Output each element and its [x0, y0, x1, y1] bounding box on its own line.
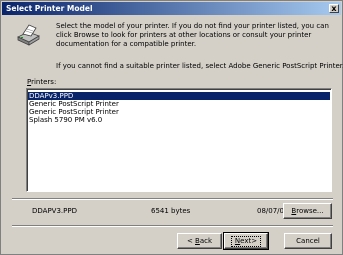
browse-button[interactable]: Browse...: [283, 203, 332, 219]
printers-listbox[interactable]: DDAPv3.PPD Generic PostScript Printer Ge…: [26, 88, 332, 192]
printers-label-text: rinters:: [31, 78, 57, 86]
cancel-button[interactable]: Cancel: [284, 233, 332, 249]
list-item[interactable]: Generic PostScript Printer: [28, 100, 330, 108]
back-label: ack: [199, 237, 213, 245]
list-item[interactable]: DDAPv3.PPD: [28, 92, 330, 100]
separator: [12, 225, 333, 227]
title-bar[interactable]: Select Printer Model x: [2, 2, 341, 15]
intro-hint: If you cannot find a suitable printer li…: [56, 62, 343, 70]
printers-label: Printers:: [27, 78, 56, 86]
close-button[interactable]: x: [329, 4, 339, 13]
next-button[interactable]: Next>: [223, 232, 269, 250]
select-printer-model-dialog: Select Printer Model x Select the model …: [0, 0, 343, 255]
intro-text: Select the model of your printer. If you…: [56, 22, 329, 48]
next-label: ext>: [240, 237, 258, 245]
file-size: 6541 bytes: [151, 207, 191, 215]
file-name: DDAPV3.PPD: [32, 207, 77, 215]
list-item[interactable]: Splash 5790 PM v6.0: [28, 116, 330, 124]
separator: [12, 198, 333, 200]
back-prefix: <: [186, 237, 196, 245]
back-button[interactable]: < Back: [177, 233, 222, 249]
list-item[interactable]: Generic PostScript Printer: [28, 108, 330, 116]
browse-label: rowse...: [296, 207, 324, 215]
printer-icon: [17, 24, 40, 46]
window-title: Select Printer Model: [6, 4, 93, 13]
